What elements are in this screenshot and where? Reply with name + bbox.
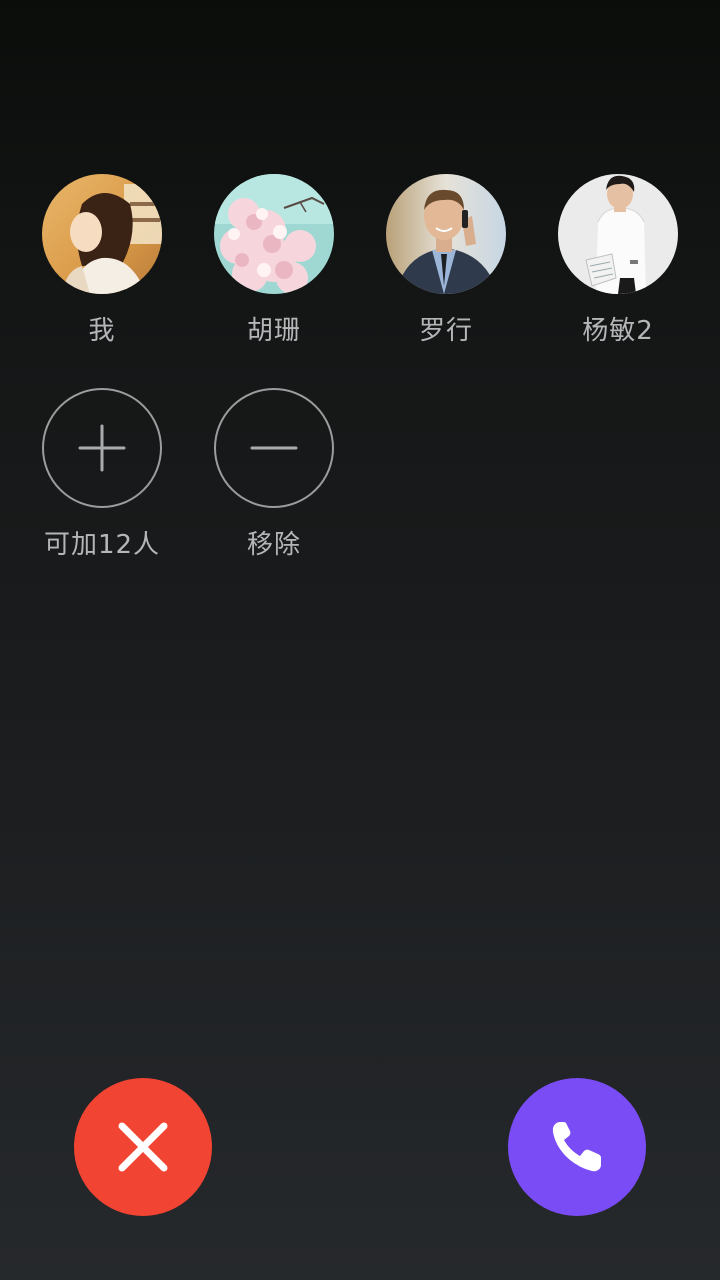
- minus-icon: [250, 446, 298, 450]
- remove-participant-label: 移除: [246, 530, 301, 560]
- decline-call-button[interactable]: [74, 1078, 212, 1216]
- avatar[interactable]: [386, 174, 506, 294]
- participant-yangmin2[interactable]: 杨敏2: [532, 174, 704, 348]
- participant-self[interactable]: 我: [16, 174, 188, 348]
- remove-participant-button[interactable]: [214, 388, 334, 508]
- cherry-blossom-photo: [214, 174, 334, 294]
- remove-participant[interactable]: 移除: [188, 388, 360, 562]
- avatar[interactable]: [214, 174, 334, 294]
- plus-icon: [78, 424, 126, 472]
- participant-name: 我: [88, 316, 116, 346]
- businessman-phone-photo: [386, 174, 506, 294]
- businesswoman-photo: [558, 174, 678, 294]
- avatar[interactable]: [558, 174, 678, 294]
- add-participant-label: 可加12人: [43, 530, 161, 560]
- close-icon: [118, 1122, 168, 1172]
- participant-name: 罗行: [418, 316, 473, 346]
- girl-photo: [42, 174, 162, 294]
- start-call-button[interactable]: [508, 1078, 646, 1216]
- participant-hushan[interactable]: 胡珊: [188, 174, 360, 348]
- phone-icon: [552, 1122, 601, 1172]
- add-participant[interactable]: 可加12人: [16, 388, 188, 562]
- participant-name: 杨敏2: [582, 316, 654, 346]
- participant-luohang[interactable]: 罗行: [360, 174, 532, 348]
- avatar[interactable]: [42, 174, 162, 294]
- participant-name: 胡珊: [246, 316, 301, 346]
- add-participant-button[interactable]: [42, 388, 162, 508]
